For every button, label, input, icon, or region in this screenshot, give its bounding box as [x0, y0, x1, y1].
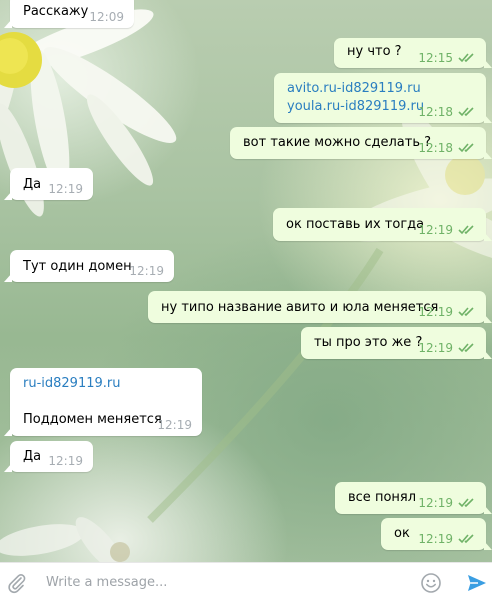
- message-text: ну что ?: [347, 44, 402, 59]
- message-time: 12:19: [48, 454, 83, 468]
- double-check-icon: [458, 307, 476, 317]
- message-text: Расскажу: [23, 4, 89, 19]
- message-time: 12:09: [89, 10, 124, 24]
- message-text: вот такие можно сделать ?: [243, 135, 432, 150]
- outgoing-message[interactable]: ок поставь их тогда 12:19: [273, 208, 492, 241]
- outgoing-message[interactable]: вот такие можно сделать ? 12:18: [230, 127, 492, 159]
- message-text: Да: [23, 177, 42, 192]
- double-check-icon: [458, 53, 476, 63]
- message-time: 12:19: [418, 532, 453, 546]
- message-text: ну типо название авито и юла меняется: [161, 300, 439, 315]
- message-link[interactable]: ru-id829119.ru: [23, 376, 120, 392]
- message-link[interactable]: youla.ru-id829119.ru: [287, 99, 424, 115]
- message-time: 12:19: [418, 341, 453, 355]
- double-check-icon: [458, 225, 476, 235]
- message-time: 12:19: [418, 305, 453, 319]
- double-check-icon: [458, 498, 476, 508]
- incoming-message[interactable]: Да 12:19: [4, 168, 93, 200]
- message-composer: [0, 562, 492, 600]
- message-text: ок поставь их тогда: [286, 217, 425, 232]
- message-time: 12:19: [418, 496, 453, 510]
- message-text: ты про это же ?: [314, 335, 423, 350]
- message-time: 12:18: [418, 105, 453, 119]
- message-text: все понял: [348, 490, 417, 505]
- outgoing-message[interactable]: ну типо название авито и юла меняется 12…: [148, 291, 492, 323]
- message-history[interactable]: Расскажу 12:09 ну что ? 12:15 avito.ru-i…: [0, 0, 492, 562]
- outgoing-message[interactable]: ок 12:19: [381, 518, 492, 550]
- outgoing-message[interactable]: avito.ru-id829119.ru youla.ru-id829119.r…: [274, 73, 492, 123]
- paperclip-icon[interactable]: [6, 572, 28, 594]
- message-time: 12:19: [157, 418, 192, 432]
- message-text: Да: [23, 449, 42, 464]
- send-arrow-icon[interactable]: [466, 572, 488, 594]
- message-text: Тут один домен: [23, 259, 132, 274]
- incoming-message[interactable]: Тут один домен 12:19: [4, 250, 174, 282]
- message-time: 12:18: [418, 141, 453, 155]
- double-check-icon: [458, 343, 476, 353]
- message-time: 12:19: [48, 182, 83, 196]
- message-time: 12:19: [129, 264, 164, 278]
- message-input[interactable]: [40, 571, 412, 593]
- message-text: Поддомен меняется: [23, 412, 162, 427]
- message-text: ок: [394, 526, 410, 541]
- incoming-message[interactable]: Да 12:19: [4, 441, 93, 472]
- incoming-message[interactable]: Расскажу 12:09: [4, 0, 134, 28]
- incoming-message[interactable]: ru-id829119.ru Поддомен меняется 12:19: [4, 368, 202, 436]
- message-time: 12:15: [418, 51, 453, 65]
- double-check-icon: [458, 107, 476, 117]
- double-check-icon: [458, 143, 476, 153]
- outgoing-message[interactable]: ну что ? 12:15: [334, 38, 492, 68]
- outgoing-message[interactable]: все понял 12:19: [335, 482, 492, 514]
- double-check-icon: [458, 534, 476, 544]
- message-time: 12:19: [418, 223, 453, 237]
- smiley-icon[interactable]: [420, 572, 442, 594]
- message-link[interactable]: avito.ru-id829119.ru: [287, 81, 421, 97]
- outgoing-message[interactable]: ты про это же ? 12:19: [301, 327, 492, 359]
